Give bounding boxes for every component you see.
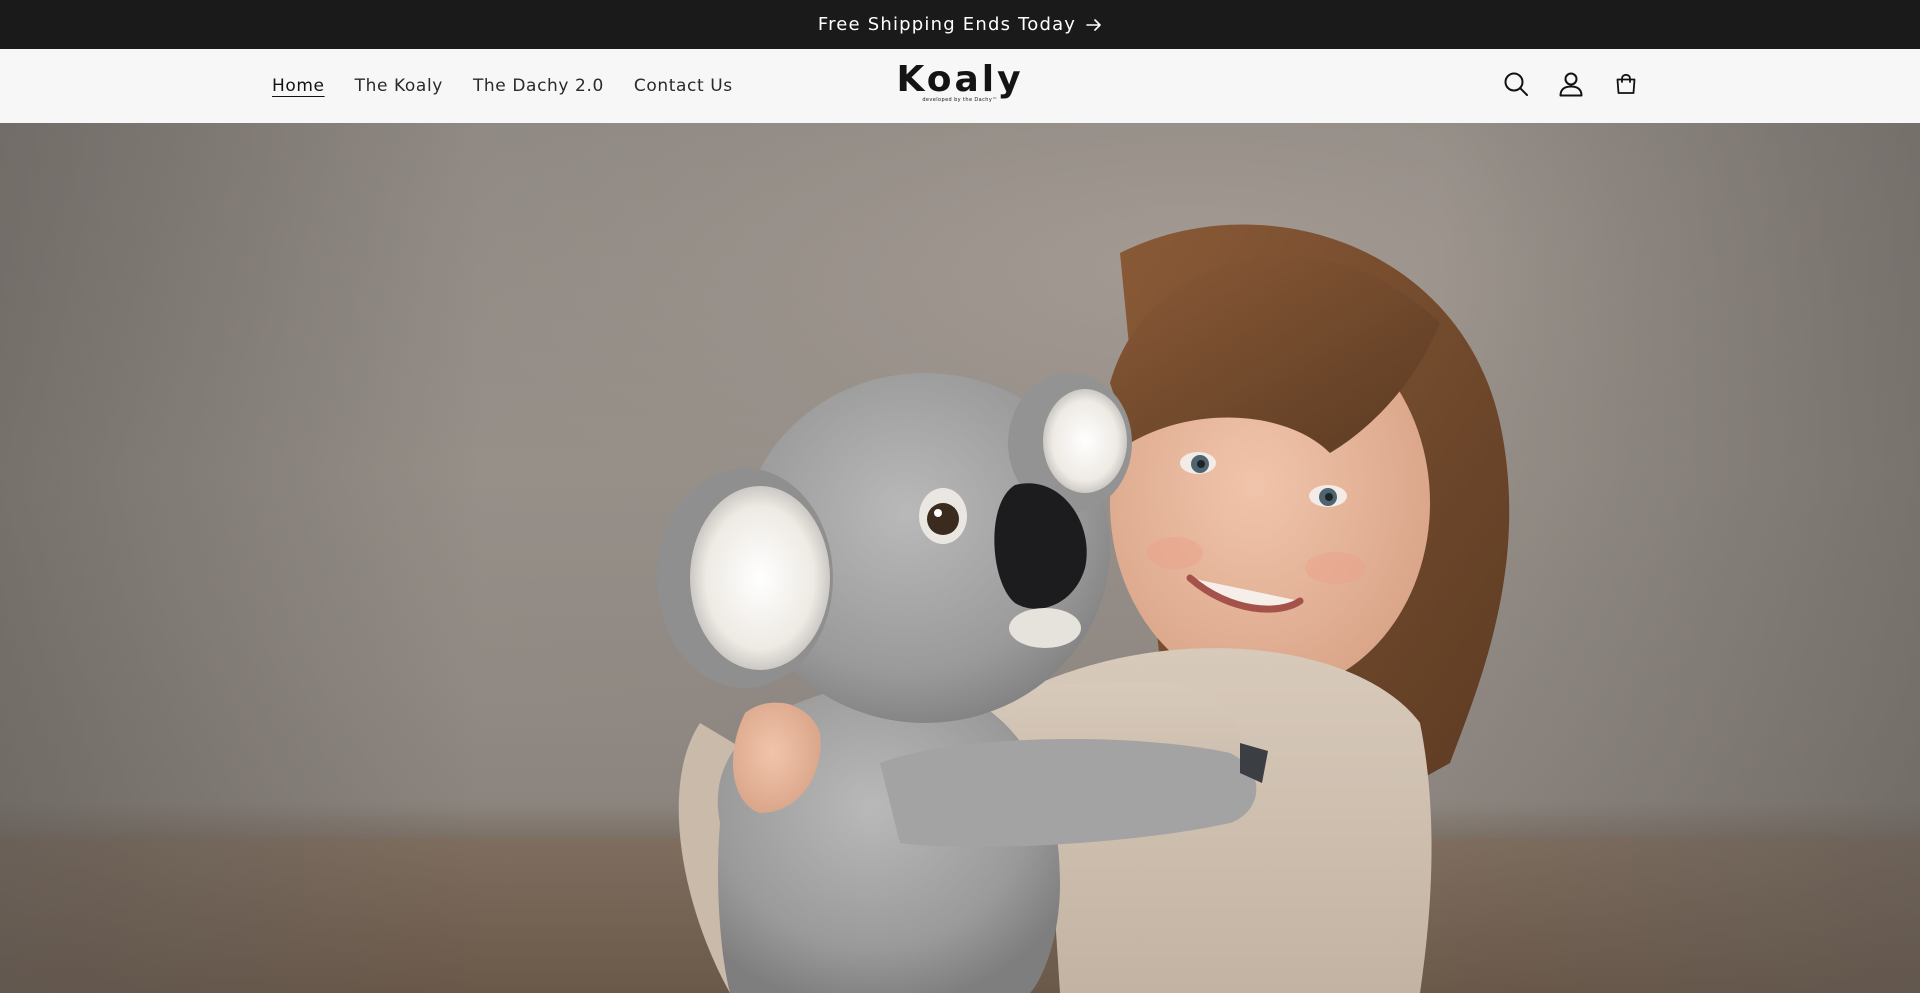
header-icons [1494, 49, 1659, 123]
hero-banner[interactable] [0, 123, 1920, 993]
nav-link-home[interactable]: Home [272, 76, 325, 96]
logo-wordmark: Koaly [896, 59, 1024, 100]
account-button[interactable] [1549, 64, 1593, 108]
site-header: Home The Koaly The Dachy 2.0 Contact Us … [0, 49, 1920, 124]
search-icon [1503, 71, 1529, 101]
announcement-text: Free Shipping Ends Today [817, 14, 1077, 35]
announcement-bar[interactable]: Free Shipping Ends Today [0, 0, 1920, 49]
nav-link-the-koaly[interactable]: The Koaly [355, 76, 443, 96]
cart-button[interactable] [1604, 64, 1648, 108]
nav-link-contact-us[interactable]: Contact Us [634, 76, 733, 96]
site-logo[interactable]: Koaly developed by the Dachy™ [896, 59, 1024, 111]
arrow-right-icon [1086, 18, 1102, 31]
cart-icon [1615, 73, 1637, 99]
hero-image [0, 123, 1920, 993]
account-icon [1558, 71, 1584, 101]
search-button[interactable] [1494, 64, 1538, 108]
logo-tagline: developed by the Dachy™ [922, 97, 998, 103]
main-nav: Home The Koaly The Dachy 2.0 Contact Us [272, 49, 763, 123]
nav-link-the-dachy[interactable]: The Dachy 2.0 [473, 76, 604, 96]
